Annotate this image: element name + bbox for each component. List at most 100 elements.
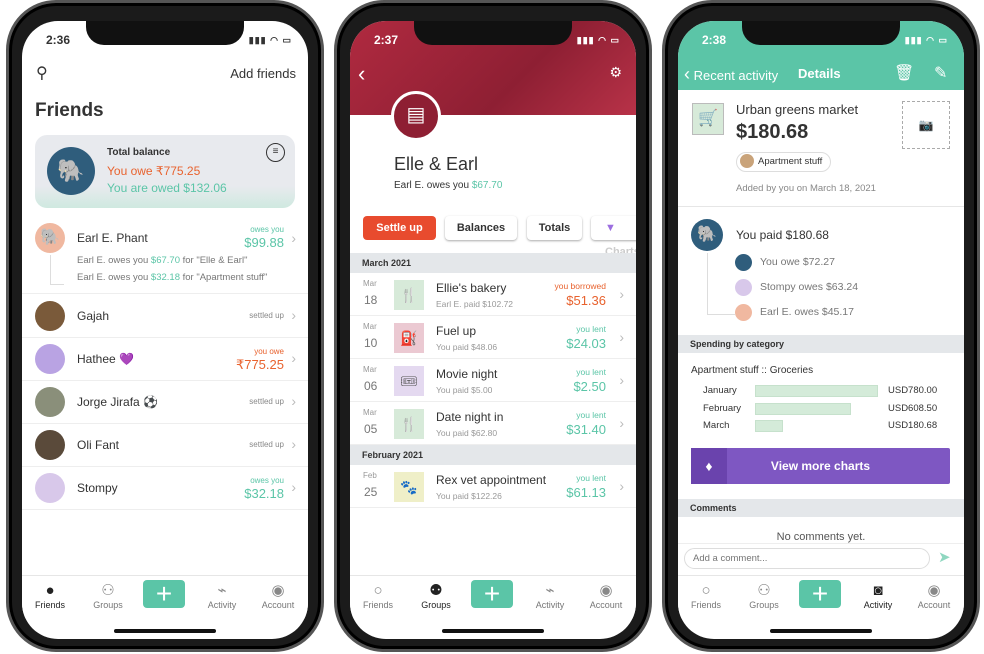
totals-button[interactable]: Totals [527, 216, 582, 240]
tab-account[interactable]: ◉ Account [252, 582, 304, 610]
page-title: Friends [35, 100, 104, 121]
payer-avatar: 🐘 [691, 219, 723, 251]
expense-row[interactable]: Feb 25 🐾 Rex vet appointment You paid $122.2… [350, 465, 636, 508]
settings-gear-icon[interactable]: ⚙ [609, 64, 622, 81]
tab-friends[interactable]: ○ Friends [680, 582, 732, 610]
tab-groups[interactable]: ⚇ Groups [82, 582, 134, 610]
summary-text: Earl E. owes you [394, 180, 472, 191]
add-receipt-button[interactable]: 📷 [902, 101, 950, 149]
tab-activity[interactable]: ⌁ Activity [196, 582, 248, 610]
expense-title: Fuel up [436, 324, 477, 338]
trash-icon[interactable]: 🗑 [894, 63, 914, 83]
spending-bar [755, 402, 851, 415]
tree-line [50, 255, 64, 285]
spending-value: USD780.00 [888, 385, 938, 396]
expense-month: Mar [363, 279, 377, 288]
spending-month-label: February [703, 402, 742, 414]
tab-groups[interactable]: ⚇ Groups [738, 582, 790, 610]
charts-button[interactable]: ▼ Charts [591, 216, 636, 258]
add-expense-button[interactable]: + [799, 580, 841, 608]
activity-icon: ⌁ [545, 582, 555, 599]
spending-value: USD608.50 [888, 402, 938, 414]
friend-avatar [35, 430, 65, 460]
send-icon[interactable]: ➤ [938, 548, 951, 566]
settle-up-button[interactable]: Settle up [363, 216, 436, 240]
expense-day: 18 [364, 293, 378, 307]
clock: 2:37 [374, 33, 399, 47]
friend-avatar [35, 344, 65, 374]
tab-account[interactable]: ◉ Account [908, 582, 960, 610]
group-badge[interactable]: Apartment stuff [736, 152, 832, 172]
expense-day: 06 [364, 379, 378, 393]
fuel-pump-icon: ⛽ [394, 323, 424, 353]
tab-label: Activity [207, 600, 237, 610]
added-by: Added by you on March 18, 2021 [736, 183, 876, 194]
friend-row-earl[interactable]: 🐘 Earl E. Phant owes you $99.88 › Earl E… [22, 221, 308, 294]
you-owe-total: You owe ₹775.25 [107, 164, 201, 178]
expense-title: Date night in [436, 410, 504, 424]
expense-row[interactable]: Mar 06 🎟 Movie night You paid $5.00 you lent $… [350, 359, 636, 402]
tab-friends[interactable]: ● Friends [24, 582, 76, 610]
add-friends-link[interactable]: Add friends [230, 66, 296, 81]
filter-icon[interactable]: ≡ [266, 143, 285, 162]
back-button[interactable]: ‹ Recent activity [684, 64, 778, 85]
friend-name: Earl E. Phant [77, 231, 148, 245]
friend-status: owes you [250, 225, 284, 234]
chevron-right-icon: › [619, 478, 624, 494]
group-name: Apartment stuff [758, 156, 823, 167]
groups-icon: ⚇ [101, 582, 115, 599]
back-icon[interactable]: ‹ [358, 61, 365, 87]
expense-subtitle: Earl E. paid $102.72 [436, 299, 514, 309]
tree-line [707, 253, 735, 315]
tab-friends[interactable]: ○ Friends [352, 582, 404, 610]
group-summary: Earl E. owes you $67.70 [394, 180, 502, 191]
friend-row[interactable]: Oli Fant settled up › [22, 424, 308, 467]
view-more-charts-button[interactable]: ♦ View more charts [691, 448, 950, 484]
back-label: Recent activity [693, 68, 779, 83]
pencil-icon[interactable]: ✎ [934, 63, 947, 83]
camera-icon: 📷 [918, 118, 934, 132]
tab-groups[interactable]: ⚉ Groups [410, 582, 462, 610]
friend-status: settled up [249, 440, 284, 449]
search-icon[interactable]: ⚲ [36, 63, 48, 83]
group-avatar-icon [740, 154, 754, 169]
phone-group: 2:37 ▮▮▮ ◠ ▭ ‹ ⚙ ▤ Elle & Earl Earl E. ow… [334, 0, 652, 652]
header-title: Details [798, 66, 841, 81]
tab-activity[interactable]: ⌁ Activity [524, 582, 576, 610]
chevron-right-icon: › [291, 436, 296, 452]
expense-day: 25 [364, 485, 378, 499]
friend-name: Oli Fant [77, 438, 120, 452]
friend-row[interactable]: Hathee 💜 you owe ₹775.25 › [22, 338, 308, 381]
tab-account[interactable]: ◉ Account [580, 582, 632, 610]
spending-bar [755, 420, 784, 432]
tab-label: Friends [34, 600, 65, 610]
expense-month: Mar [363, 322, 377, 331]
total-balance-card[interactable]: 🐘 Total balance You owe ₹775.25 You are … [35, 135, 295, 208]
phone-details: 2:38 ▮▮▮ ◠ ▭ ‹ Recent activity Details 🗑 … [662, 0, 980, 652]
friend-row[interactable]: Gajah settled up › [22, 295, 308, 338]
friend-name: Stompy [77, 481, 118, 495]
friend-row[interactable]: Stompy owes you $32.18 › [22, 467, 308, 510]
tab-label: Groups [749, 600, 779, 610]
add-expense-button[interactable]: + [471, 580, 513, 608]
expense-name: Urban greens market [736, 102, 859, 117]
expense-row[interactable]: Mar 10 ⛽ Fuel up You paid $48.06 you lent $24.… [350, 316, 636, 359]
balances-button[interactable]: Balances [445, 216, 517, 240]
chevron-right-icon: › [619, 415, 624, 431]
comment-input[interactable] [684, 548, 930, 569]
spending-category: Apartment stuff :: Groceries [691, 365, 814, 376]
expense-row[interactable]: Mar 05 🍴 Date night in You paid $62.80 you le… [350, 402, 636, 445]
activity-icon: ⌁ [217, 582, 227, 599]
you-are-owed-total: You are owed $132.06 [107, 181, 227, 195]
friend-row[interactable]: Jorge Jirafa ⚽ settled up › [22, 381, 308, 424]
add-expense-button[interactable]: + [143, 580, 185, 608]
expense-amount: $24.03 [566, 336, 606, 351]
chevron-right-icon: › [291, 479, 296, 495]
expense-row[interactable]: Mar 18 🍴 Ellie's bakery Earl E. paid $102.72… [350, 273, 636, 316]
activity-icon: ◙ [873, 582, 883, 599]
month-section-header: March 2021 [350, 253, 636, 273]
tab-label: Account [261, 600, 295, 610]
tab-bar: ○ Friends ⚇ Groups + ◙ Activity ◉ Account [678, 575, 964, 619]
tab-activity[interactable]: ◙ Activity [852, 582, 904, 610]
expense-amount: $2.50 [573, 379, 606, 394]
